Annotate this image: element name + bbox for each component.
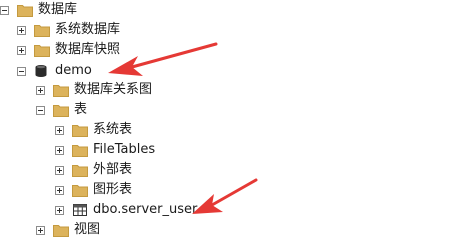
tree-node-label: FileTables [93,142,156,157]
tree-node-label: 外部表 [93,162,133,177]
tree-node-views[interactable]: 视图 [36,220,100,240]
tree-node-label: 数据库关系图 [74,82,153,97]
folder-icon [72,165,88,177]
tree-node-label: 系统表 [93,122,133,137]
folder-icon [17,5,33,17]
tree-node-system-tables[interactable]: 系统表 [55,120,132,140]
table-icon [73,204,87,216]
expand-toggle[interactable] [36,225,45,235]
expand-toggle[interactable] [17,45,26,55]
tree-node-database-snapshots[interactable]: 数据库快照 [17,40,120,60]
tree-node-tables[interactable]: 表 [36,100,87,120]
object-explorer-tree: 数据库 系统数据库 数据库快照 demo 数据库关系图 表 系统表 FileTa… [0,0,470,243]
tree-node-system-databases[interactable]: 系统数据库 [17,20,120,40]
folder-icon [53,85,69,97]
tree-node-filetables[interactable]: FileTables [55,140,155,160]
folder-icon [72,185,88,197]
folder-icon [72,145,88,157]
collapse-toggle[interactable] [17,66,26,76]
collapse-toggle[interactable] [0,5,9,15]
tree-node-database-diagrams[interactable]: 数据库关系图 [36,80,152,100]
tree-node-label: 数据库 [38,2,78,17]
expand-toggle[interactable] [55,145,64,155]
expand-toggle[interactable] [55,205,64,215]
tree-node-label: demo [55,63,92,78]
expand-toggle[interactable] [36,85,45,95]
collapse-toggle[interactable] [36,105,45,115]
tree-node-external-tables[interactable]: 外部表 [55,160,132,180]
tree-node-table-server-user[interactable]: dbo.server_user [55,200,197,220]
tree-node-label: 图形表 [93,182,133,197]
tree-node-label: dbo.server_user [93,202,198,217]
folder-icon [34,25,50,37]
tree-node-label: 视图 [74,222,101,237]
tree-node-databases[interactable]: 数据库 [0,0,77,20]
expand-toggle[interactable] [55,125,64,135]
folder-icon [34,45,50,57]
folder-icon [53,105,69,117]
folder-icon [53,225,69,237]
tree-node-graph-tables[interactable]: 图形表 [55,180,132,200]
database-icon [35,65,47,77]
arrow-to-server-user [192,178,258,214]
tree-node-label: 系统数据库 [55,22,121,37]
expand-toggle[interactable] [55,165,64,175]
tree-node-demo[interactable]: demo [17,61,92,81]
tree-node-label: 数据库快照 [55,42,121,57]
tree-node-label: 表 [74,102,88,117]
arrow-to-demo [108,42,218,76]
expand-toggle[interactable] [55,185,64,195]
folder-icon [72,125,88,137]
expand-toggle[interactable] [17,25,26,35]
